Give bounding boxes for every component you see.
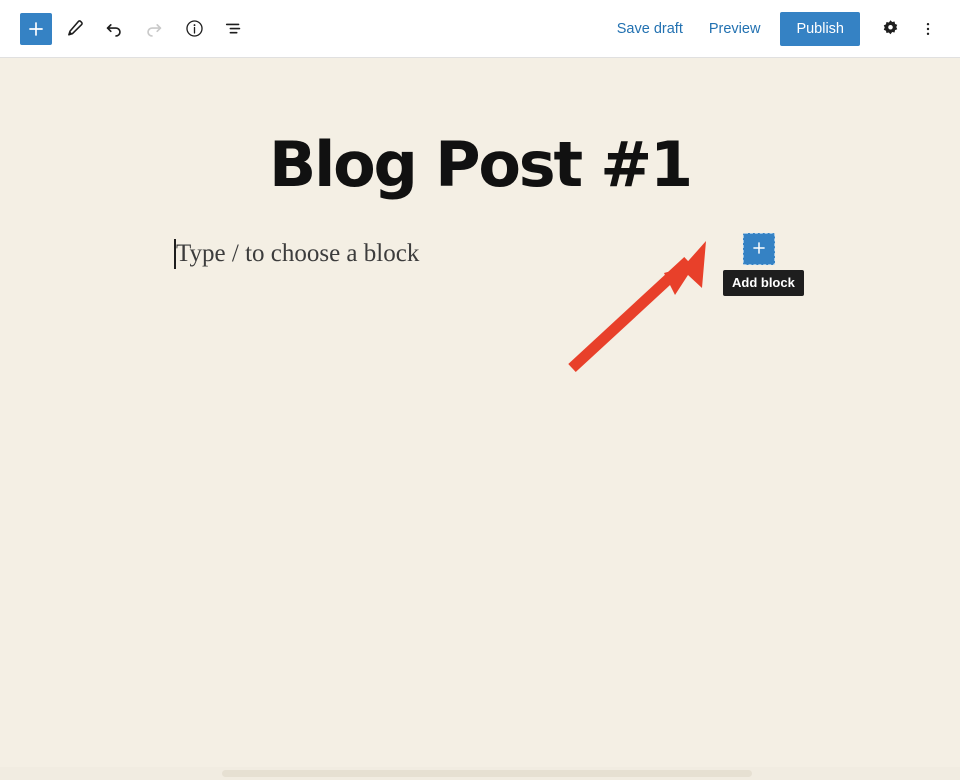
paragraph-placeholder-text: Type / to choose a block <box>176 240 420 267</box>
details-button[interactable] <box>176 11 212 47</box>
scrollbar-thumb[interactable] <box>222 770 752 777</box>
paragraph-block-row: Type / to choose a block Add block <box>174 233 804 297</box>
editor-top-bar: Save draft Preview Publish <box>0 0 960 58</box>
plus-icon <box>750 239 768 260</box>
settings-button[interactable] <box>872 11 908 47</box>
post-title[interactable]: Blog Post #1 <box>0 134 960 196</box>
gear-icon <box>880 18 901 39</box>
kebab-menu-icon <box>918 19 938 39</box>
text-caret <box>174 239 176 269</box>
paragraph-block[interactable]: Type / to choose a block <box>174 235 420 273</box>
tools-edit-button[interactable] <box>56 11 92 47</box>
editor-canvas: Blog Post #1 Type / to choose a block Ad… <box>0 58 960 780</box>
preview-button[interactable]: Preview <box>697 13 773 45</box>
publish-button[interactable]: Publish <box>780 11 860 46</box>
undo-arrow-icon <box>103 18 125 40</box>
list-view-icon <box>223 18 245 40</box>
redo-button[interactable] <box>136 11 172 47</box>
info-circle-icon <box>184 18 205 39</box>
redo-arrow-icon <box>143 18 165 40</box>
editor-toolbar-left <box>0 11 252 47</box>
save-draft-button[interactable]: Save draft <box>605 13 695 45</box>
pencil-icon <box>63 18 85 40</box>
undo-button[interactable] <box>96 11 132 47</box>
editor-toolbar-right: Save draft Preview Publish <box>605 11 960 47</box>
list-view-button[interactable] <box>216 11 252 47</box>
plus-icon <box>26 19 46 39</box>
add-block-control: Add block <box>723 233 804 297</box>
block-inserter-toggle-button[interactable] <box>20 12 52 45</box>
horizontal-scrollbar[interactable] <box>0 767 960 780</box>
more-options-button[interactable] <box>910 11 946 47</box>
add-block-button[interactable] <box>743 233 775 265</box>
add-block-tooltip: Add block <box>723 270 804 297</box>
